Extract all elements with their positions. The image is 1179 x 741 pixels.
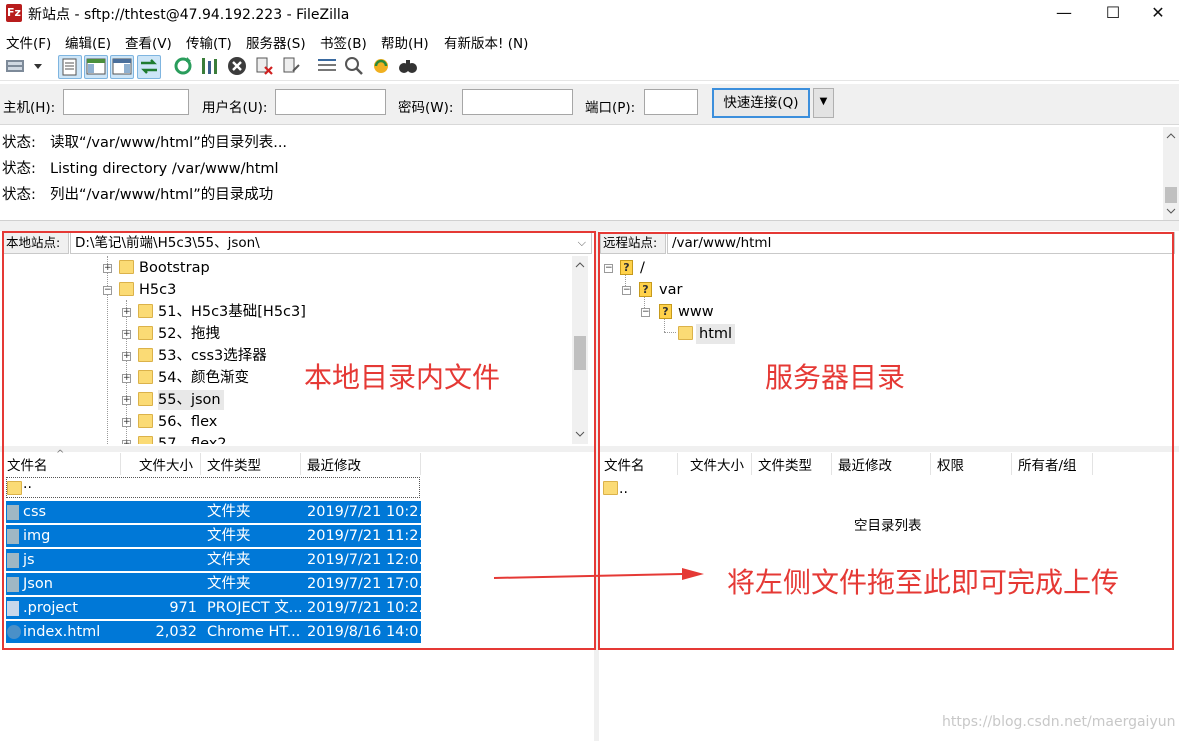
window-title: 新站点 - sftp://thtest@47.94.192.223 - File… — [28, 7, 350, 23]
remote-annotation-text: 服务器目录 — [765, 361, 906, 394]
process-queue-icon[interactable] — [199, 55, 221, 77]
cancel-icon[interactable] — [226, 55, 248, 77]
arrow-right-icon — [493, 568, 704, 580]
minimize-button[interactable]: — — [1041, 0, 1087, 28]
local-annotation-text: 本地目录内文件 — [304, 361, 501, 394]
refresh-icon[interactable] — [172, 55, 194, 77]
log-text: 列出“/var/www/html”的目录成功 — [50, 187, 274, 203]
username-label: 用户名(U): — [202, 100, 268, 116]
filezilla-icon: Fz — [6, 4, 22, 22]
horizontal-splitter[interactable] — [0, 221, 1179, 231]
menu-view[interactable]: 查看(V) — [125, 32, 172, 52]
password-input[interactable] — [462, 89, 573, 115]
directory-filter-icon[interactable] — [316, 55, 338, 77]
port-input[interactable] — [644, 89, 698, 115]
upload-hint-text: 将左侧文件拖至此即可完成上传 — [727, 566, 1120, 599]
log-scrollbar[interactable] — [1163, 127, 1179, 220]
close-button[interactable]: ✕ — [1135, 0, 1179, 28]
find-files-icon[interactable] — [397, 55, 419, 77]
disconnect-icon[interactable] — [253, 55, 275, 77]
maximize-button[interactable]: ☐ — [1090, 0, 1136, 28]
port-label: 端口(P): — [585, 100, 636, 116]
toolbar — [0, 52, 1179, 81]
watermark: https://blog.csdn.net/maergaiyun — [942, 714, 1176, 730]
host-input[interactable] — [63, 89, 189, 115]
menu-edit[interactable]: 编辑(E) — [65, 32, 111, 52]
menu-bookmarks[interactable]: 书签(B) — [320, 32, 367, 52]
compare-icon[interactable] — [343, 55, 365, 77]
log-status-label: 状态: — [2, 187, 36, 203]
menu-bar: 文件(F) 编辑(E) 查看(V) 传输(T) 服务器(S) 书签(B) 帮助(… — [0, 29, 1179, 52]
toggle-queue-icon[interactable] — [137, 55, 161, 79]
password-label: 密码(W): — [398, 100, 454, 116]
menu-new-version[interactable]: 有新版本! (N) — [444, 32, 528, 52]
menu-file[interactable]: 文件(F) — [6, 32, 51, 52]
username-input[interactable] — [275, 89, 386, 115]
host-label: 主机(H): — [3, 100, 56, 116]
toggle-remote-tree-icon[interactable] — [110, 55, 134, 79]
log-status-label: 状态: — [2, 161, 36, 177]
menu-help[interactable]: 帮助(H) — [381, 32, 429, 52]
menu-transfer[interactable]: 传输(T) — [186, 32, 232, 52]
quickconnect-bar: 主机(H): 用户名(U): 密码(W): 端口(P): 快速连接(Q) ▼ — [0, 84, 1179, 125]
log-line: 状态: 列出“/var/www/html”的目录成功 — [2, 183, 273, 204]
reconnect-icon[interactable] — [280, 55, 302, 77]
log-text: 读取“/var/www/html”的目录列表... — [50, 135, 288, 151]
log-line: 状态: Listing directory /var/www/html — [2, 157, 279, 178]
menu-server[interactable]: 服务器(S) — [246, 32, 306, 52]
log-line: 状态: 读取“/var/www/html”的目录列表... — [2, 131, 287, 152]
message-log: 状态: 读取“/var/www/html”的目录列表... 状态: Listing … — [0, 126, 1179, 221]
title-bar: Fz 新站点 - sftp://thtest@47.94.192.223 - F… — [0, 0, 1179, 28]
log-status-label: 状态: — [2, 135, 36, 151]
log-text: Listing directory /var/www/html — [50, 161, 279, 177]
quickconnect-button[interactable]: 快速连接(Q) — [712, 88, 810, 118]
toggle-log-icon[interactable] — [58, 55, 82, 79]
quickconnect-history-dropdown[interactable]: ▼ — [813, 88, 834, 118]
sync-browse-icon[interactable] — [370, 55, 392, 77]
toggle-local-tree-icon[interactable] — [84, 55, 108, 79]
site-manager-icon[interactable] — [4, 55, 44, 77]
